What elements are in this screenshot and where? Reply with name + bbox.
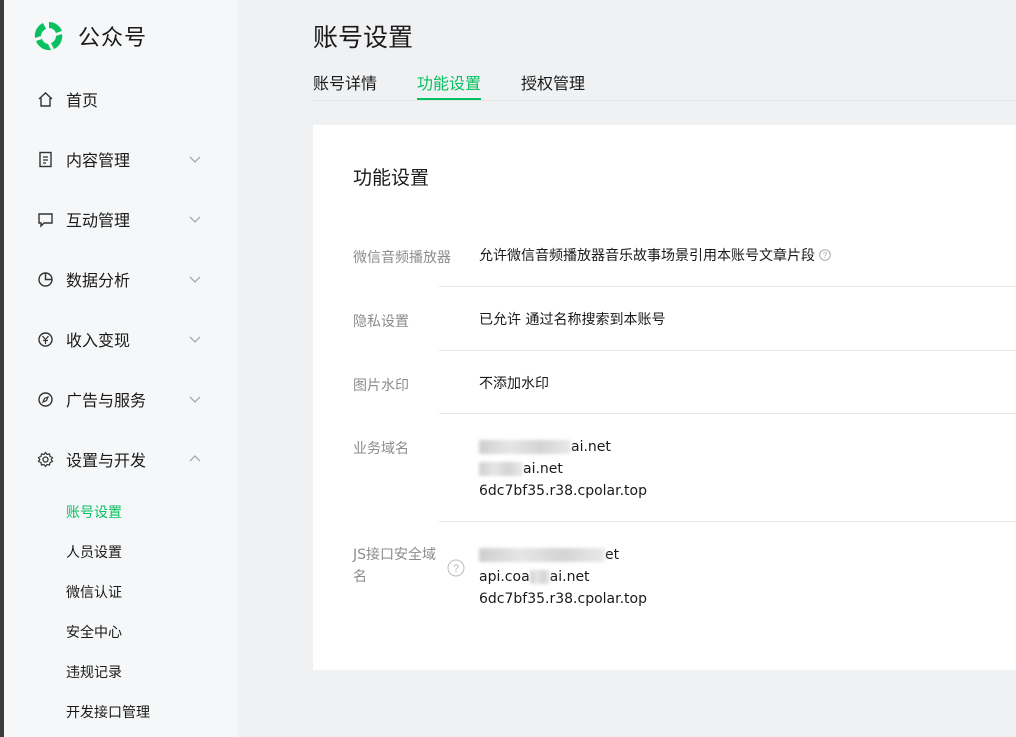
domain-item: ai.net bbox=[479, 458, 647, 480]
setting-label: JS接口安全域 名 bbox=[353, 547, 437, 585]
sidebar-item-home[interactable]: 首页 bbox=[4, 79, 238, 119]
setting-label: 隐私设置 bbox=[353, 314, 409, 330]
home-icon bbox=[38, 92, 53, 107]
help-icon[interactable]: ? bbox=[819, 249, 831, 261]
domain-list: ai.net ai.net 6dc7bf35.r38.cpolar.top bbox=[479, 436, 647, 502]
brand-name: 公众号 bbox=[78, 26, 148, 51]
document-icon bbox=[39, 151, 52, 168]
yen-icon bbox=[38, 332, 53, 347]
page-title: 账号设置 bbox=[313, 23, 414, 52]
domain-item: 6dc7bf35.r38.cpolar.top bbox=[479, 591, 647, 607]
row-divider bbox=[439, 521, 1016, 522]
feature-settings-card: 功能设置 微信音频播放器 允许微信音频播放器音乐故事场景引用本账号文章片段? 隐… bbox=[313, 125, 1016, 670]
setting-value-text: 允许微信音频播放器音乐故事场景引用本账号文章片段 bbox=[479, 248, 815, 264]
tab-account-details[interactable]: 账号详情 bbox=[313, 70, 377, 94]
sidebar-item-interaction[interactable]: 互动管理 bbox=[4, 199, 238, 239]
chevron-down-icon bbox=[189, 216, 201, 223]
setting-label: 业务域名 bbox=[353, 441, 409, 457]
redacted-text bbox=[479, 548, 605, 562]
sidebar-item-label: 设置与开发 bbox=[66, 451, 147, 470]
sidebar-subitem-staff-settings[interactable]: 人员设置 bbox=[66, 541, 122, 565]
brand[interactable]: 公众号 bbox=[32, 18, 147, 54]
svg-text:?: ? bbox=[453, 563, 459, 575]
chevron-down-icon bbox=[189, 396, 201, 403]
redacted-text bbox=[479, 462, 523, 476]
domain-item: 6dc7bf35.r38.cpolar.top bbox=[479, 483, 647, 499]
row-divider bbox=[439, 286, 1016, 287]
sidebar-item-settings[interactable]: 设置与开发 bbox=[4, 439, 238, 479]
sidebar-item-content[interactable]: 内容管理 bbox=[4, 139, 238, 179]
tab-authorization[interactable]: 授权管理 bbox=[521, 70, 585, 94]
tabs-divider bbox=[313, 100, 1016, 101]
sidebar-item-label: 收入变现 bbox=[66, 331, 131, 350]
row-divider bbox=[439, 413, 1016, 414]
setting-label: 图片水印 bbox=[353, 378, 409, 394]
sidebar-item-label: 数据分析 bbox=[66, 271, 131, 290]
pie-chart-icon bbox=[38, 272, 53, 287]
chevron-down-icon bbox=[189, 336, 201, 343]
redacted-text bbox=[529, 570, 550, 584]
domain-list: et api.coa ai.net 6dc7bf35.r38.cpolar.top bbox=[479, 544, 647, 610]
redacted-text bbox=[479, 440, 571, 454]
setting-value: 不添加水印 bbox=[479, 376, 549, 392]
sidebar-item-ads[interactable]: 广告与服务 bbox=[4, 379, 238, 419]
sidebar-subitem-account-settings[interactable]: 账号设置 bbox=[66, 501, 122, 525]
chat-icon bbox=[38, 213, 53, 228]
gear-icon bbox=[37, 451, 54, 468]
setting-label: 微信音频播放器 bbox=[353, 250, 451, 266]
sidebar-item-label: 互动管理 bbox=[66, 211, 131, 230]
row-divider bbox=[439, 350, 1016, 351]
sidebar-subitem-violation-records[interactable]: 违规记录 bbox=[66, 661, 122, 685]
setting-value: 允许微信音频播放器音乐故事场景引用本账号文章片段? bbox=[479, 245, 831, 267]
tab-feature-settings[interactable]: 功能设置 bbox=[417, 70, 481, 94]
setting-value: 已允许 通过名称搜索到本账号 bbox=[479, 312, 666, 328]
sidebar-item-label: 内容管理 bbox=[66, 151, 131, 170]
help-icon[interactable]: ? bbox=[447, 559, 465, 577]
sidebar: 公众号 首页 内容管理 互动管理 数据分析 收入变现 广告与服务 设置与开发 账… bbox=[4, 0, 238, 737]
wechat-mp-logo-icon bbox=[34, 22, 63, 51]
domain-item: et bbox=[479, 544, 647, 566]
domain-item: api.coa ai.net bbox=[479, 569, 590, 585]
sidebar-subitem-wechat-verification[interactable]: 微信认证 bbox=[66, 581, 122, 605]
chevron-down-icon bbox=[189, 156, 201, 163]
sidebar-item-monetization[interactable]: 收入变现 bbox=[4, 319, 238, 359]
domain-item: ai.net bbox=[479, 436, 647, 458]
compass-icon bbox=[38, 392, 53, 407]
chevron-up-icon bbox=[189, 455, 201, 462]
svg-text:?: ? bbox=[823, 251, 828, 260]
sidebar-item-label: 首页 bbox=[66, 91, 99, 110]
sidebar-subitem-dev-api[interactable]: 开发接口管理 bbox=[66, 701, 150, 725]
sidebar-item-label: 广告与服务 bbox=[66, 391, 147, 410]
chevron-down-icon bbox=[189, 276, 201, 283]
card-title: 功能设置 bbox=[353, 167, 430, 189]
sidebar-subitem-security-center[interactable]: 安全中心 bbox=[66, 621, 122, 645]
sidebar-item-analytics[interactable]: 数据分析 bbox=[4, 259, 238, 299]
